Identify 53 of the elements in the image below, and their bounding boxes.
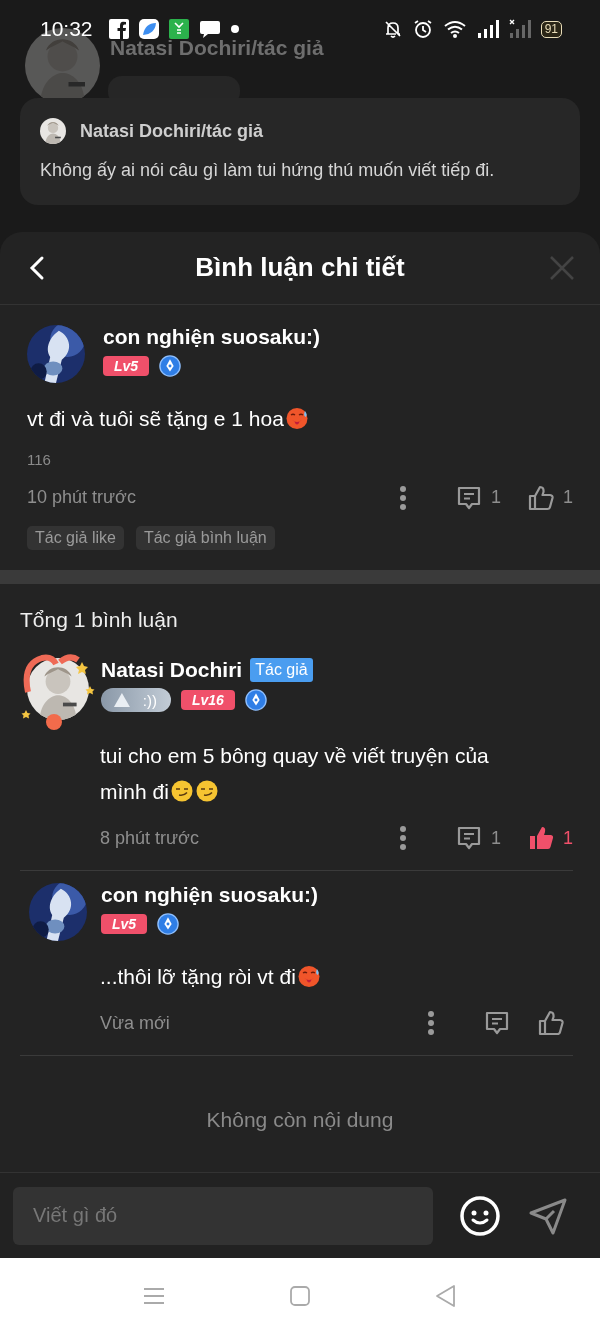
level-badge: Lv5	[101, 914, 148, 935]
chat-bubble-icon	[198, 19, 221, 39]
sheet-title: Bình luận chi tiết	[195, 252, 405, 284]
author-name: Natasi Dochiri	[101, 658, 243, 683]
medal-badge: :))	[101, 688, 171, 713]
pen-nib-icon	[157, 913, 180, 936]
author-tag: Tác giả bình luận	[135, 525, 275, 550]
notification-message: Không ấy ai nói câu gì làm tui hứng thú muốn viết tiếp đi.	[40, 160, 496, 181]
end-message: Không còn nội dung	[205, 1107, 395, 1134]
hot-face-icon	[284, 405, 309, 430]
facebook-icon	[108, 19, 129, 39]
author-name: con nghiện suosaku:)	[101, 883, 318, 908]
emoji-button[interactable]	[459, 1194, 501, 1237]
notification-author: Natasi Dochiri/tác giả	[80, 120, 264, 142]
like-button[interactable]: 1	[527, 824, 573, 853]
pen-nib-icon	[244, 689, 267, 712]
timestamp: 10 phút trước	[27, 487, 137, 509]
author-badge: Tác giả	[250, 658, 313, 683]
smirk-face-icon	[194, 779, 219, 804]
alarm-icon	[412, 19, 433, 39]
timestamp: 8 phút trước	[100, 827, 200, 849]
more-icon[interactable]	[398, 485, 407, 510]
pen-nib-icon	[159, 354, 182, 377]
level-badge: Lv5	[103, 355, 150, 376]
reply-button[interactable]: 1	[454, 824, 501, 853]
comment-text: tui cho em 5 bông quay về viết truyện của	[100, 744, 489, 768]
comment-text: mình đi	[100, 780, 169, 804]
app-icon	[168, 19, 189, 39]
timestamp: Vừa mới	[100, 1012, 171, 1034]
level-badge: Lv16	[181, 690, 235, 711]
smirk-face-icon	[169, 779, 194, 804]
comment-note: 116	[27, 450, 52, 468]
comment-input[interactable]: Viết gì đó	[13, 1186, 433, 1245]
dot-icon	[230, 25, 239, 33]
signal-icon	[476, 19, 499, 39]
author-name: Natasi Dochiri/tác giả	[110, 36, 324, 60]
signal-icon	[508, 19, 531, 39]
battery-indicator: 91	[540, 20, 562, 38]
comment-text: vt đi và tuôi sẽ tặng e 1 hoa	[27, 406, 284, 430]
reply-count: Tổng 1 bình luận	[20, 608, 179, 633]
wifi-icon	[442, 19, 467, 39]
more-icon[interactable]	[427, 1011, 435, 1036]
app-icon	[138, 19, 159, 39]
like-button[interactable]: 1	[527, 483, 573, 512]
author-name: con nghiện suosaku:)	[103, 324, 320, 349]
hot-face-icon	[296, 964, 321, 989]
clock: 10:32	[40, 17, 93, 41]
comment-text: ...thôi lỡ tặng ròi vt đi	[100, 965, 296, 989]
notification-card[interactable]: Natasi Dochiri/tác giả Không ấy ai nói câu gì làm tui hứng thú muốn viết tiếp đi.	[20, 98, 580, 205]
bell-off-icon	[382, 19, 403, 39]
more-icon[interactable]	[398, 826, 407, 851]
author-tag: Tác giả like	[27, 525, 124, 550]
reply-button[interactable]: 1	[454, 483, 501, 512]
